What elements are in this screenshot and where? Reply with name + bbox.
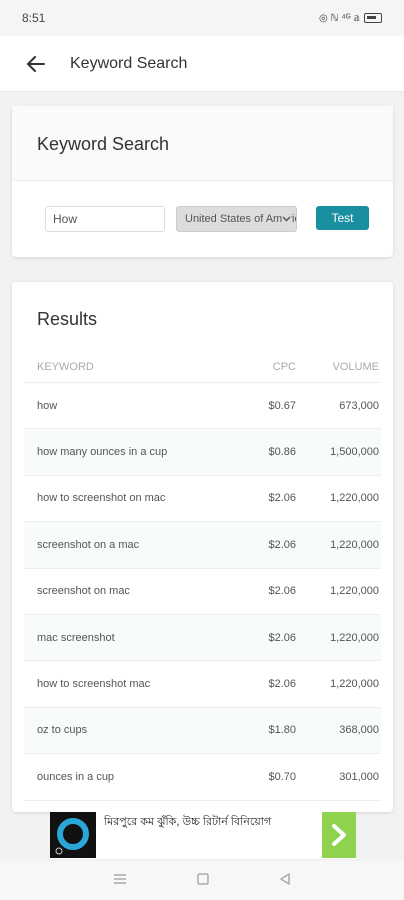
cell-cpc: $2.06 bbox=[268, 492, 296, 505]
cell-keyword: screenshot on mac bbox=[37, 585, 130, 598]
app-bar: Keyword Search bbox=[0, 36, 404, 92]
table-row[interactable]: how to screenshot mac $2.06 1,220,000 bbox=[24, 661, 381, 708]
cell-keyword: ounces in a cup bbox=[37, 770, 115, 783]
cell-volume: 673,000 bbox=[339, 399, 379, 412]
ad-arrow-button[interactable] bbox=[322, 812, 356, 858]
table-body: how $0.67 673,000 how many ounces in a c… bbox=[24, 383, 381, 801]
table-row[interactable]: screenshot on a mac $2.06 1,220,000 bbox=[24, 522, 381, 569]
cell-keyword: screenshot on a mac bbox=[37, 538, 140, 551]
table-row[interactable]: how to screenshot on mac $2.06 1,220,000 bbox=[24, 476, 381, 523]
menu-icon[interactable] bbox=[113, 872, 127, 890]
table-row[interactable]: oz to cups $1.80 368,000 bbox=[24, 707, 381, 755]
cell-cpc: $2.06 bbox=[268, 585, 296, 598]
ad-text: মিরপুরে কম ঝুঁকি, উচ্চ রিটার্ন বিনিয়োগ bbox=[104, 816, 272, 828]
header-volume: VOLUME bbox=[332, 360, 379, 373]
search-card: Keyword Search How United States of Amer… bbox=[12, 106, 393, 257]
search-card-title: Keyword Search bbox=[12, 106, 393, 181]
ad-logo bbox=[50, 812, 96, 858]
header-cpc: CPC bbox=[272, 360, 296, 373]
cell-cpc: $1.80 bbox=[268, 724, 296, 737]
ad-banner[interactable]: মিরপুরে কম ঝুঁকি, উচ্চ রিটার্ন বিনিয়োগ bbox=[50, 811, 356, 859]
cell-keyword: mac screenshot bbox=[37, 631, 115, 644]
cell-cpc: $0.67 bbox=[268, 399, 296, 412]
back-arrow-icon[interactable] bbox=[24, 52, 48, 76]
cell-cpc: $2.06 bbox=[268, 538, 296, 551]
cell-volume: 1,220,000 bbox=[330, 585, 379, 598]
cell-cpc: $0.70 bbox=[268, 770, 296, 783]
cell-keyword: how to screenshot on mac bbox=[37, 492, 166, 505]
cell-volume: 1,220,000 bbox=[330, 538, 379, 551]
cell-keyword: how many ounces in a cup bbox=[37, 446, 168, 459]
battery-icon bbox=[364, 13, 382, 23]
keyword-input[interactable]: How bbox=[45, 206, 165, 232]
table-row[interactable]: how many ounces in a cup $0.86 1,500,000 bbox=[24, 429, 381, 476]
header-keyword: KEYWORD bbox=[37, 360, 94, 373]
network-icons: ◎ ℕ ⁴ᴳ 𝕒 bbox=[319, 12, 360, 24]
results-table: KEYWORD CPC VOLUME how $0.67 673,000 how… bbox=[24, 351, 381, 801]
status-icons: ◎ ℕ ⁴ᴳ 𝕒 bbox=[319, 13, 382, 24]
app-bar-title: Keyword Search bbox=[70, 54, 188, 72]
results-title: Results bbox=[37, 309, 98, 329]
table-header: KEYWORD CPC VOLUME bbox=[24, 351, 381, 383]
cell-keyword: how bbox=[37, 399, 58, 412]
test-button[interactable]: Test bbox=[316, 206, 369, 230]
results-card: Results KEYWORD CPC VOLUME how $0.67 673… bbox=[12, 282, 393, 812]
table-row[interactable]: screenshot on mac $2.06 1,220,000 bbox=[24, 569, 381, 615]
cell-cpc: $2.06 bbox=[268, 631, 296, 644]
country-select-value: United States of America bbox=[185, 213, 297, 225]
back-triangle-icon[interactable] bbox=[279, 872, 291, 890]
cell-cpc: $2.06 bbox=[268, 678, 296, 691]
status-time: 8:51 bbox=[22, 11, 46, 25]
cell-volume: 368,000 bbox=[339, 724, 379, 737]
cell-cpc: $0.86 bbox=[268, 446, 296, 459]
table-row[interactable]: ounces in a cup $0.70 301,000 bbox=[24, 754, 381, 801]
table-row[interactable]: how $0.67 673,000 bbox=[24, 383, 381, 430]
chevron-down-icon bbox=[282, 214, 291, 226]
cell-volume: 1,220,000 bbox=[330, 678, 379, 691]
cell-keyword: oz to cups bbox=[37, 724, 88, 737]
cell-volume: 301,000 bbox=[339, 770, 379, 783]
system-nav-bar bbox=[0, 861, 404, 900]
table-row[interactable]: mac screenshot $2.06 1,220,000 bbox=[24, 614, 381, 662]
status-bar: 8:51 ◎ ℕ ⁴ᴳ 𝕒 bbox=[0, 0, 404, 36]
home-icon[interactable] bbox=[197, 872, 209, 890]
cell-volume: 1,220,000 bbox=[330, 492, 379, 505]
country-select[interactable]: United States of America bbox=[176, 206, 297, 232]
cell-keyword: how to screenshot mac bbox=[37, 678, 151, 691]
search-form: How United States of America Test bbox=[12, 181, 393, 257]
cell-volume: 1,220,000 bbox=[330, 631, 379, 644]
cell-volume: 1,500,000 bbox=[330, 446, 379, 459]
